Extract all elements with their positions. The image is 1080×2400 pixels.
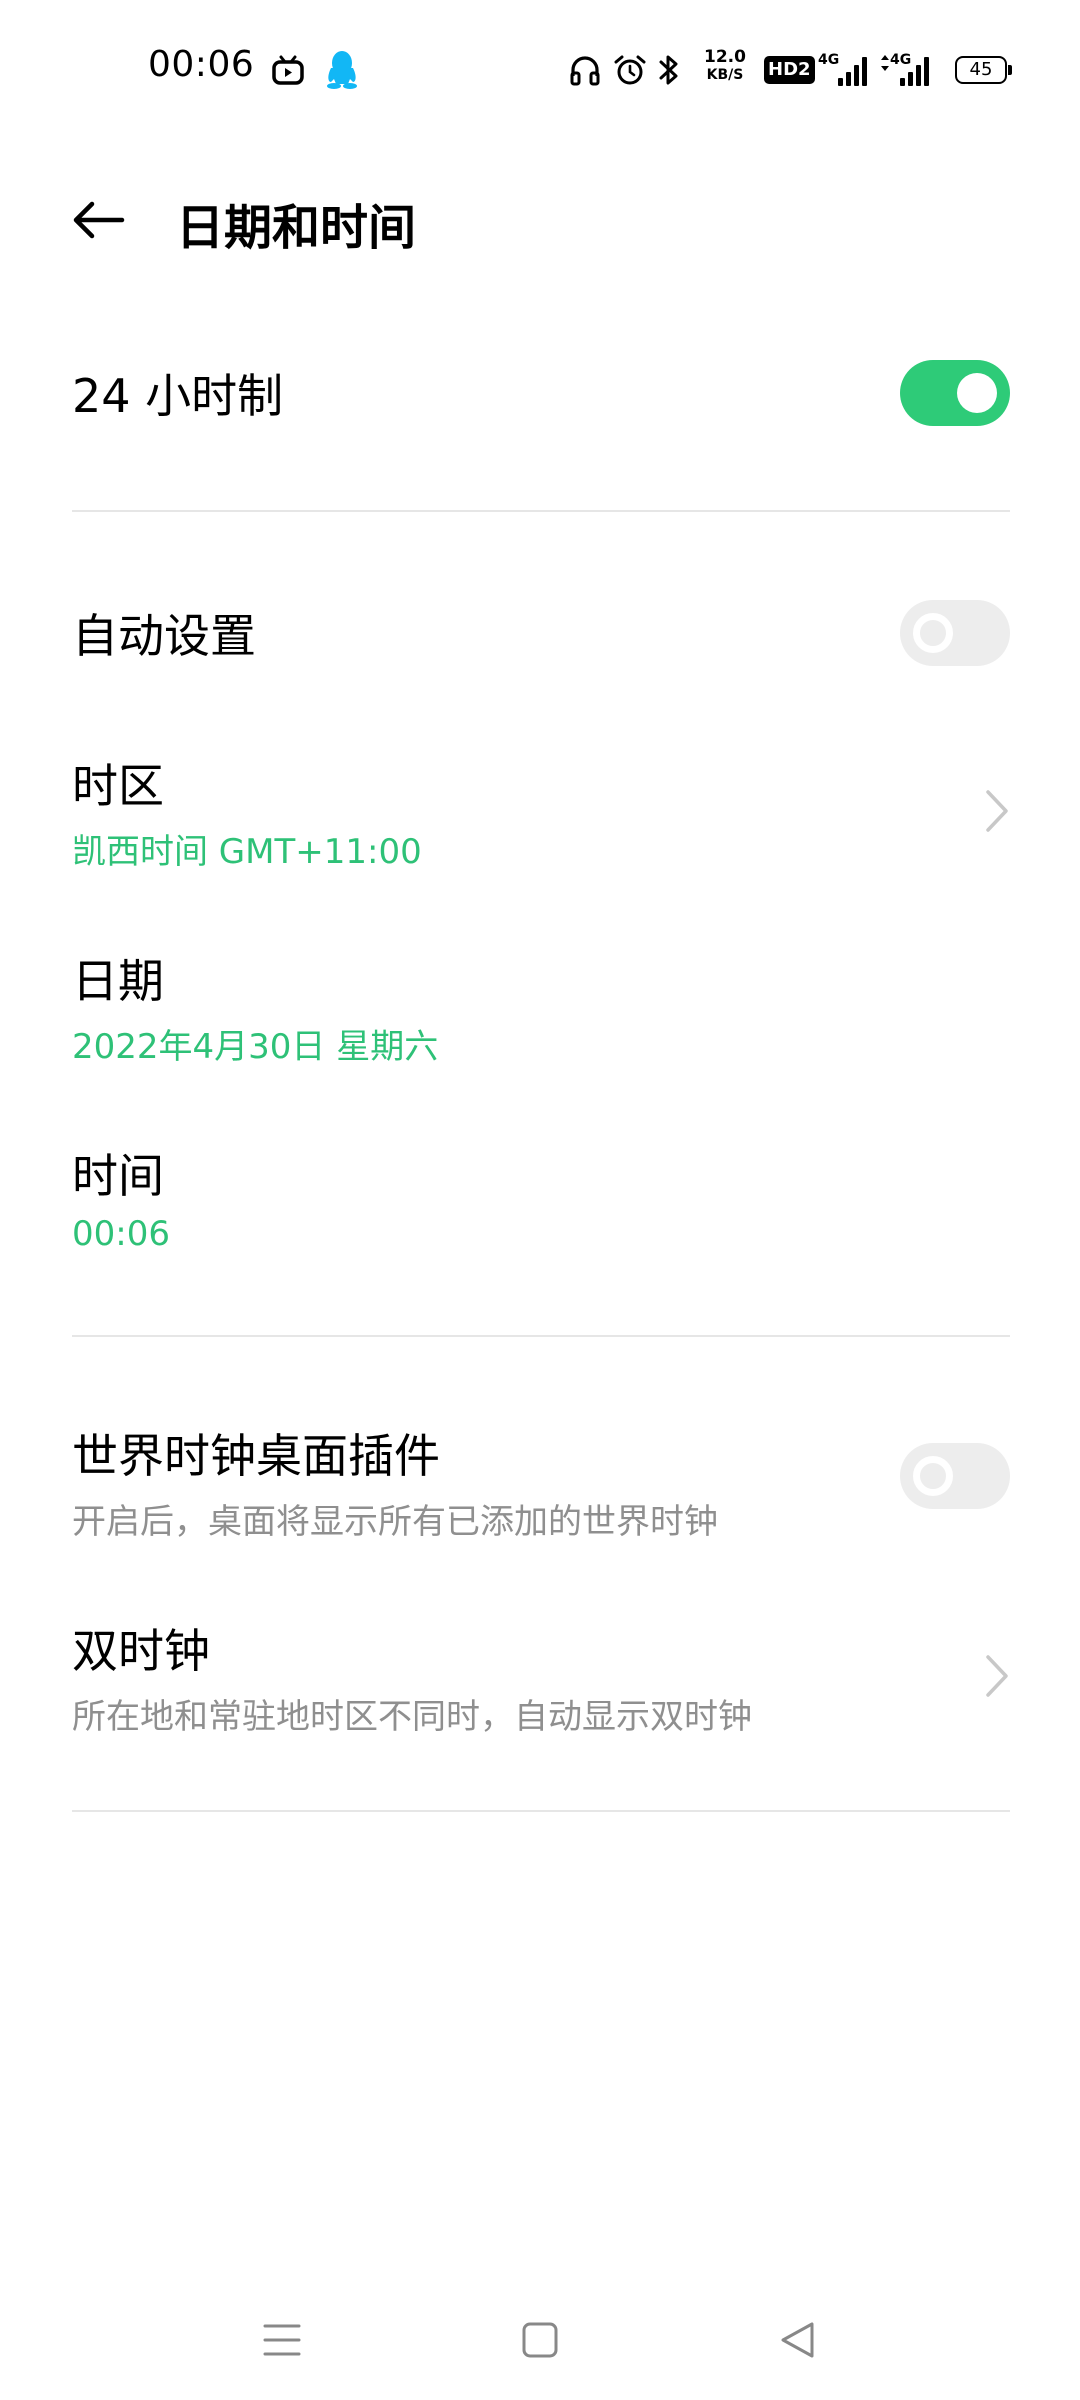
setting-row-auto-set[interactable]: 自动设置 — [0, 580, 1080, 690]
signal-sim2: 4G — [880, 52, 929, 88]
divider — [72, 510, 1010, 512]
arrow-left-icon — [73, 201, 125, 239]
bilibili-icon — [270, 52, 306, 88]
toggle-knob — [913, 613, 953, 653]
hd-voice-badge: HD2 — [764, 56, 815, 84]
setting-row-world-clock-widget[interactable]: 世界时钟桌面插件 开启后，桌面将显示所有已添加的世界时钟 — [0, 1400, 1080, 1560]
setting-label-time: 时间 — [72, 1149, 164, 1203]
chevron-right-icon — [986, 1655, 1008, 1697]
setting-desc-dual-clock: 所在地和常驻地时区不同时，自动显示双时钟 — [72, 1697, 752, 1737]
setting-row-dual-clock[interactable]: 双时钟 所在地和常驻地时区不同时，自动显示双时钟 — [0, 1595, 1080, 1755]
setting-row-24-hour[interactable]: 24 小时制 — [0, 340, 1080, 450]
setting-label-date: 日期 — [72, 954, 164, 1008]
setting-row-time[interactable]: 时间 00:06 — [0, 1120, 1080, 1280]
toggle-world-clock-widget[interactable] — [900, 1443, 1010, 1509]
toggle-24-hour[interactable] — [900, 360, 1010, 426]
setting-desc-world-clock-widget: 开启后，桌面将显示所有已添加的世界时钟 — [72, 1502, 718, 1542]
signal-bars-icon — [900, 56, 929, 86]
menu-icon — [263, 2324, 301, 2356]
headphones-icon — [567, 52, 603, 88]
setting-label-auto-set: 自动设置 — [72, 609, 256, 663]
setting-value-time: 00:06 — [72, 1214, 170, 1254]
signal-sim1-label: 4G — [818, 52, 840, 68]
setting-value-timezone: 凯西时间 GMT+11:00 — [72, 832, 422, 872]
back-button[interactable] — [58, 180, 138, 260]
status-bar: 00:06 12.0 KB/S HD2 4G 4G 45 — [0, 0, 1080, 140]
bluetooth-icon — [656, 52, 682, 88]
chevron-right-icon — [986, 790, 1008, 832]
nav-home-button[interactable] — [500, 2300, 580, 2380]
home-icon — [522, 2322, 558, 2358]
qq-penguin-icon — [322, 48, 362, 90]
alarm-clock-icon — [612, 52, 648, 88]
setting-label-24-hour: 24 小时制 — [72, 369, 284, 423]
network-speed-unit: KB/S — [706, 67, 744, 83]
status-time: 00:06 — [148, 44, 255, 85]
divider — [72, 1810, 1010, 1812]
toggle-auto-set[interactable] — [900, 600, 1010, 666]
setting-label-world-clock-widget: 世界时钟桌面插件 — [72, 1429, 440, 1483]
toggle-knob — [957, 373, 997, 413]
setting-label-dual-clock: 双时钟 — [72, 1624, 210, 1678]
nav-back-button[interactable] — [758, 2300, 838, 2380]
data-arrows-icon — [881, 55, 889, 71]
battery-level: 45 — [969, 59, 993, 80]
divider — [72, 1335, 1010, 1337]
toggle-knob — [913, 1456, 953, 1496]
network-speed: 12.0 KB/S — [698, 48, 752, 84]
signal-sim1: 4G — [818, 52, 867, 88]
setting-row-date[interactable]: 日期 2022年4月30日 星期六 — [0, 925, 1080, 1085]
network-speed-value: 12.0 — [704, 47, 746, 67]
back-triangle-icon — [781, 2322, 814, 2358]
page-title: 日期和时间 — [176, 200, 417, 256]
nav-menu-button[interactable] — [242, 2300, 322, 2380]
setting-value-date: 2022年4月30日 星期六 — [72, 1027, 439, 1067]
setting-label-timezone: 时区 — [72, 759, 164, 813]
battery-icon: 45 — [955, 56, 1012, 84]
setting-row-timezone[interactable]: 时区 凯西时间 GMT+11:00 — [0, 730, 1080, 890]
signal-bars-icon — [838, 56, 867, 86]
